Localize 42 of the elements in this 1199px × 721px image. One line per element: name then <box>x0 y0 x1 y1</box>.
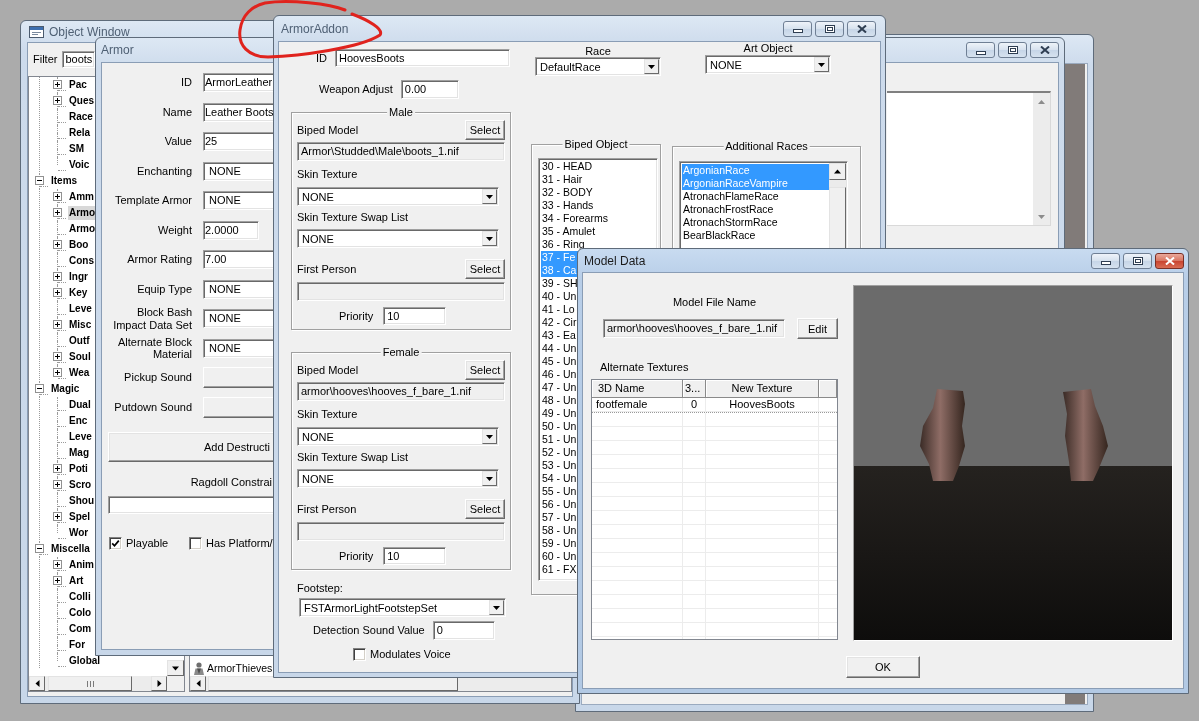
field-label: Detection Sound Value <box>313 624 425 637</box>
field-label: Art Object <box>742 42 794 54</box>
field-label: Footstep: <box>296 582 344 595</box>
field-label: Skin Texture Swap List <box>297 211 410 224</box>
group-title: Male <box>387 106 415 119</box>
group-title: Additional Races <box>723 140 810 153</box>
field-label: ID <box>180 76 192 89</box>
field-label: Weapon Adjust <box>319 83 393 96</box>
field-label: Priority <box>339 549 374 563</box>
group-title: Female <box>380 346 422 359</box>
field-label: Template Armor <box>113 194 192 207</box>
section-label: Alternate Textures <box>599 361 690 374</box>
field-label: First Person <box>297 262 357 276</box>
field-label: Weight <box>156 223 192 237</box>
field-label: Alternate Block Material <box>117 335 192 361</box>
field-label: First Person <box>297 502 357 516</box>
table-cell: 0 <box>683 398 706 412</box>
filter-label: Filter <box>33 53 58 66</box>
table-cell: HoovesBoots <box>706 398 819 412</box>
field-label: Priority <box>339 309 374 323</box>
field-label: Block Bash Impact Data Set <box>112 306 192 331</box>
field-label: Equip Type <box>136 282 192 296</box>
field-label: Biped Model <box>297 123 359 137</box>
field-label: Armor Rating <box>126 253 192 266</box>
window-title: Armor <box>101 44 134 56</box>
field-label: Pickup Sound <box>123 371 192 384</box>
field-label: Race <box>584 45 612 57</box>
table-cell: footfemale <box>592 398 683 412</box>
field-label: Skin Texture <box>297 408 359 421</box>
field-label: Biped Model <box>297 363 359 377</box>
field-label: ID <box>316 51 327 65</box>
field-label: Enchanting <box>135 164 192 178</box>
window-title: Model Data <box>584 254 646 267</box>
field-label: Value <box>163 135 192 148</box>
field-label: Skin Texture <box>297 168 359 181</box>
window-title: Object Window <box>49 25 130 38</box>
field-label: Name <box>161 105 192 119</box>
field-label: Skin Texture Swap List <box>297 451 410 464</box>
group-title: Biped Object <box>562 138 630 151</box>
section-label: Ragdoll Constrai <box>189 476 273 489</box>
field-label: Putdown Sound <box>113 400 192 414</box>
window-title: ArmorAddon <box>281 22 349 35</box>
